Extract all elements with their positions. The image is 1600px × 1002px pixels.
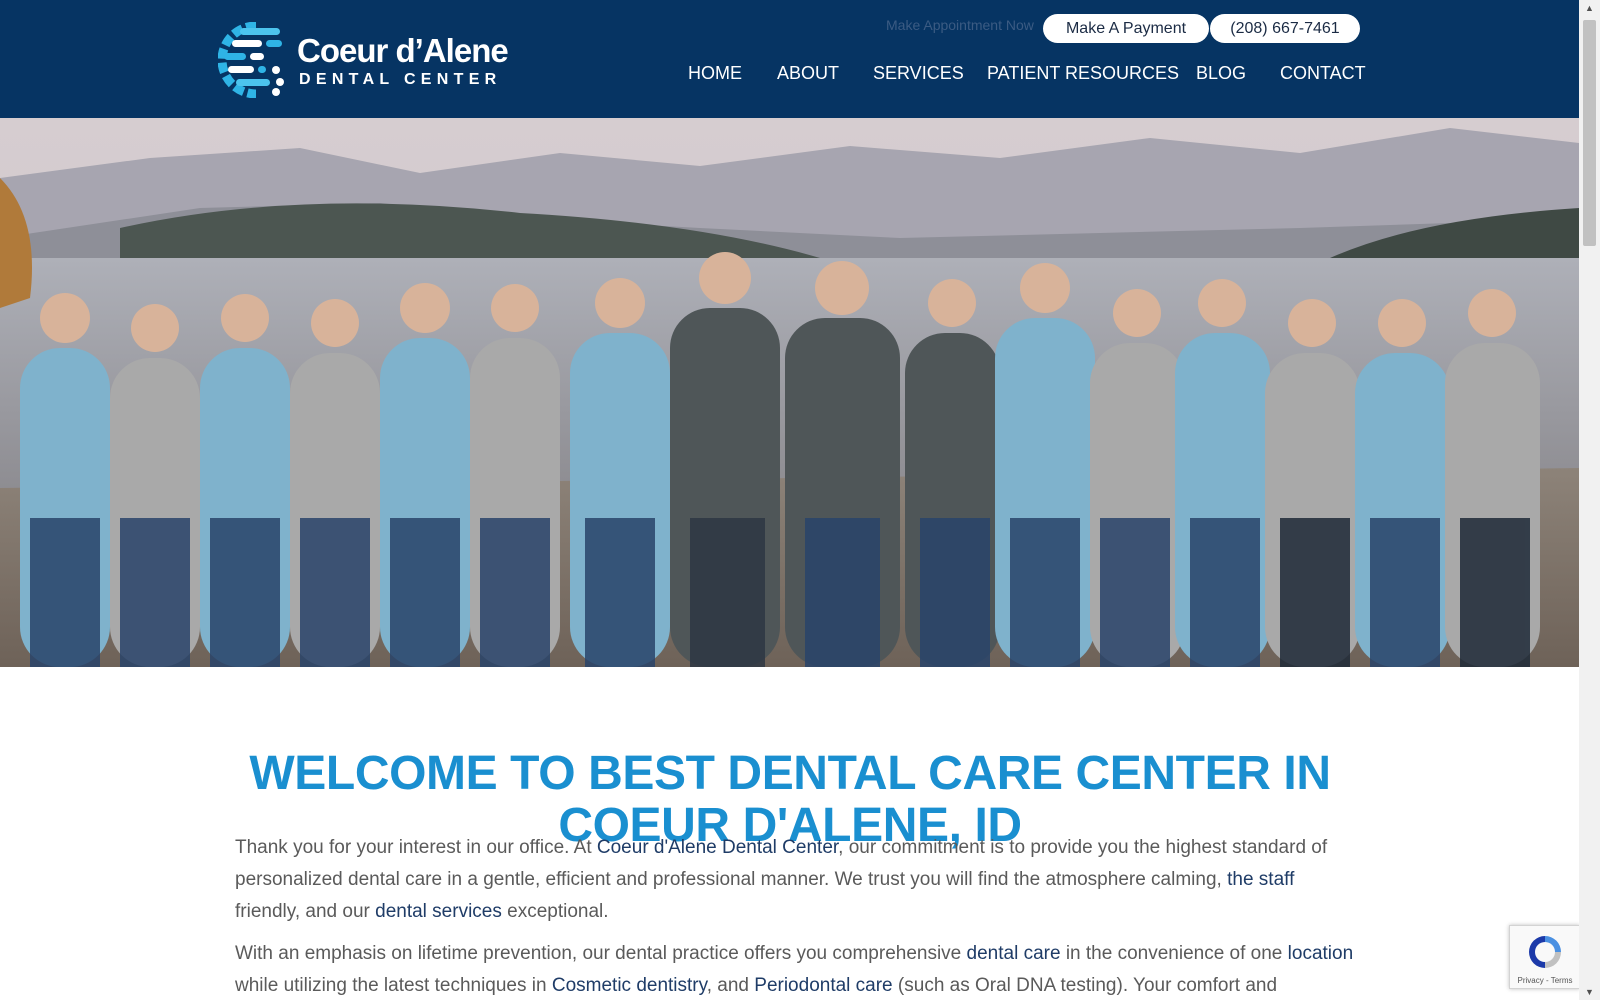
logo-title: Coeur d’Alene (297, 32, 509, 69)
hero-image (0, 118, 1579, 667)
link-the-staff[interactable]: the staff (1227, 869, 1294, 890)
scrollbar-thumb[interactable] (1583, 20, 1596, 246)
p2-text-4: , and (706, 975, 755, 996)
p2-text-3: while utilizing the latest techniques in (235, 975, 552, 996)
recaptcha-badge[interactable]: Privacy - Terms (1509, 925, 1580, 989)
site-header: Coeur d’Alene DENTAL CENTER Make Appoint… (0, 0, 1579, 118)
link-periodontal-care[interactable]: Periodontal care (754, 975, 892, 996)
recaptcha-icon (1529, 936, 1561, 968)
nav-blog[interactable]: BLOG (1196, 62, 1246, 84)
nav-contact[interactable]: CONTACT (1280, 62, 1366, 84)
heading-line-1: WELCOME TO BEST DENTAL CARE CENTER IN (249, 747, 1331, 801)
p1-text-4: exceptional. (501, 901, 609, 922)
scroll-up-arrow-icon[interactable]: ▲ (1579, 0, 1600, 16)
site-logo[interactable]: Coeur d’Alene DENTAL CENTER (218, 22, 518, 102)
logo-subtitle: DENTAL CENTER (299, 71, 502, 88)
p2-text-5: (such as Oral DNA testing). Your comfort… (892, 975, 1278, 996)
nav-patient-resources[interactable]: PATIENT RESOURCES (987, 62, 1179, 84)
p2-text-2: in the convenience of one (1060, 943, 1288, 964)
p1-text-3: friendly, and our (235, 901, 376, 922)
make-appointment-link[interactable]: Make Appointment Now (886, 17, 1034, 33)
p1-text-1: Thank you for your interest in our offic… (235, 837, 597, 858)
nav-home[interactable]: HOME (688, 62, 742, 84)
recaptcha-privacy-link[interactable]: Privacy (1518, 976, 1544, 985)
logo-mark-icon (218, 22, 284, 98)
link-dental-care[interactable]: dental care (967, 943, 1061, 964)
make-payment-button[interactable]: Make A Payment (1043, 14, 1209, 43)
intro-paragraph: Thank you for your interest in our offic… (235, 832, 1355, 928)
link-dental-services[interactable]: dental services (375, 901, 502, 922)
prevention-paragraph: With an emphasis on lifetime prevention,… (235, 938, 1355, 1002)
nav-services[interactable]: SERVICES (873, 62, 964, 84)
link-location[interactable]: location (1288, 943, 1354, 964)
link-cosmetic-dentistry[interactable]: Cosmetic dentistry (552, 975, 707, 996)
phone-button[interactable]: (208) 667-7461 (1210, 14, 1360, 43)
page-scrollbar[interactable]: ▲ ▼ (1579, 0, 1600, 1000)
nav-about[interactable]: ABOUT (777, 62, 839, 84)
scroll-down-arrow-icon[interactable]: ▼ (1579, 984, 1600, 1000)
link-coeur-dalene-dental-center[interactable]: Coeur d'Alene Dental Center (597, 837, 838, 858)
recaptcha-terms-link[interactable]: Terms (1551, 976, 1573, 985)
recaptcha-links: Privacy - Terms (1517, 976, 1573, 985)
p2-text-1: With an emphasis on lifetime prevention,… (235, 943, 967, 964)
hero-team-photo (0, 118, 1579, 667)
